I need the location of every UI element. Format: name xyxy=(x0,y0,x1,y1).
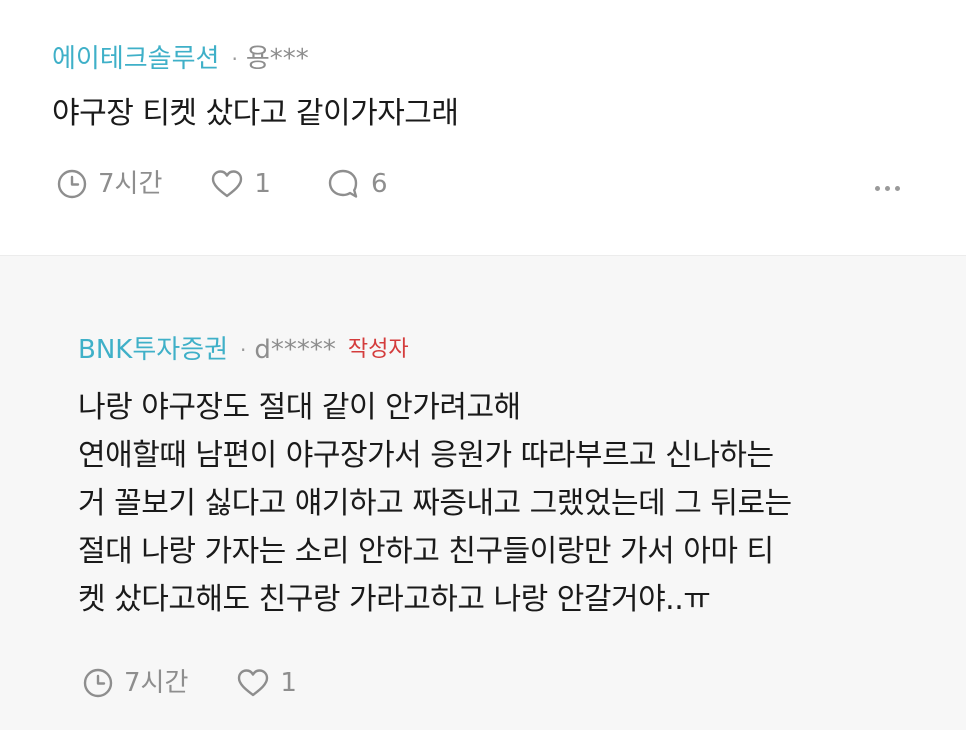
like-button[interactable]: 1 xyxy=(210,168,271,200)
clock-icon xyxy=(57,169,87,199)
reply-text-line: 나랑 야구장도 절대 같이 안가려고해 xyxy=(78,390,521,425)
comment-actions: 7시간 1 6 xyxy=(56,168,387,200)
like-count: 1 xyxy=(254,169,271,199)
comment-meta: 에이테크솔루션 · 용*** xyxy=(52,41,309,77)
more-options-button[interactable] xyxy=(875,186,900,191)
reply-button[interactable]: 6 xyxy=(327,168,388,200)
author-badge: 작성자 xyxy=(347,337,409,362)
like-button[interactable]: 1 xyxy=(236,667,297,699)
reply-text-line: 연애할때 남편이 야구장가서 응원가 따라부르고 신나하는 xyxy=(78,438,774,473)
reply-author[interactable]: BNK투자증권 xyxy=(78,332,228,368)
heart-icon xyxy=(212,170,243,198)
clock-icon xyxy=(83,668,113,698)
comment-bubble-icon xyxy=(328,169,358,198)
comment-username: 용*** xyxy=(245,44,309,74)
comment-card: 에이테크솔루션 · 용*** 야구장 티켓 샀다고 같이가자그래 7시간 1 6 xyxy=(0,0,966,255)
reply-card: BNK투자증권 · d***** 작성자 나랑 야구장도 절대 같이 안가려고해… xyxy=(0,255,966,730)
reply-text-line: 켓 샀다고해도 친구랑 가라고하고 나랑 안갈거야..ㅠ xyxy=(78,582,711,617)
more-dot xyxy=(885,186,890,191)
comment-text-line: 야구장 티켓 샀다고 같이가자그래 xyxy=(52,96,459,131)
comment-text: 야구장 티켓 샀다고 같이가자그래 xyxy=(52,90,459,138)
time-label: 7시간 xyxy=(124,668,189,698)
more-horizontal-icon xyxy=(875,186,880,191)
time-label: 7시간 xyxy=(98,169,163,199)
reply-count: 6 xyxy=(370,169,388,199)
meta-separator: · xyxy=(240,338,247,362)
reply-text: 나랑 야구장도 절대 같이 안가려고해 연애할때 남편이 야구장가서 응원가 따… xyxy=(78,384,792,624)
comment-time: 7시간 xyxy=(56,168,162,200)
reply-text-line: 거 꼴보기 싫다고 얘기하고 짜증내고 그랬었는데 그 뒤로는 xyxy=(78,486,792,521)
meta-separator: · xyxy=(231,47,238,71)
reply-actions: 7시간 1 xyxy=(82,667,297,699)
more-dot xyxy=(895,186,900,191)
reply-meta: BNK투자증권 · d***** 작성자 xyxy=(78,332,409,368)
like-count: 1 xyxy=(280,668,297,698)
reply-time: 7시간 xyxy=(82,667,188,699)
reply-text-line: 절대 나랑 가자는 소리 안하고 친구들이랑만 가서 아마 티 xyxy=(78,534,774,569)
reply-username: d***** xyxy=(254,335,336,365)
heart-icon xyxy=(238,669,269,697)
comment-author[interactable]: 에이테크솔루션 xyxy=(52,41,219,77)
